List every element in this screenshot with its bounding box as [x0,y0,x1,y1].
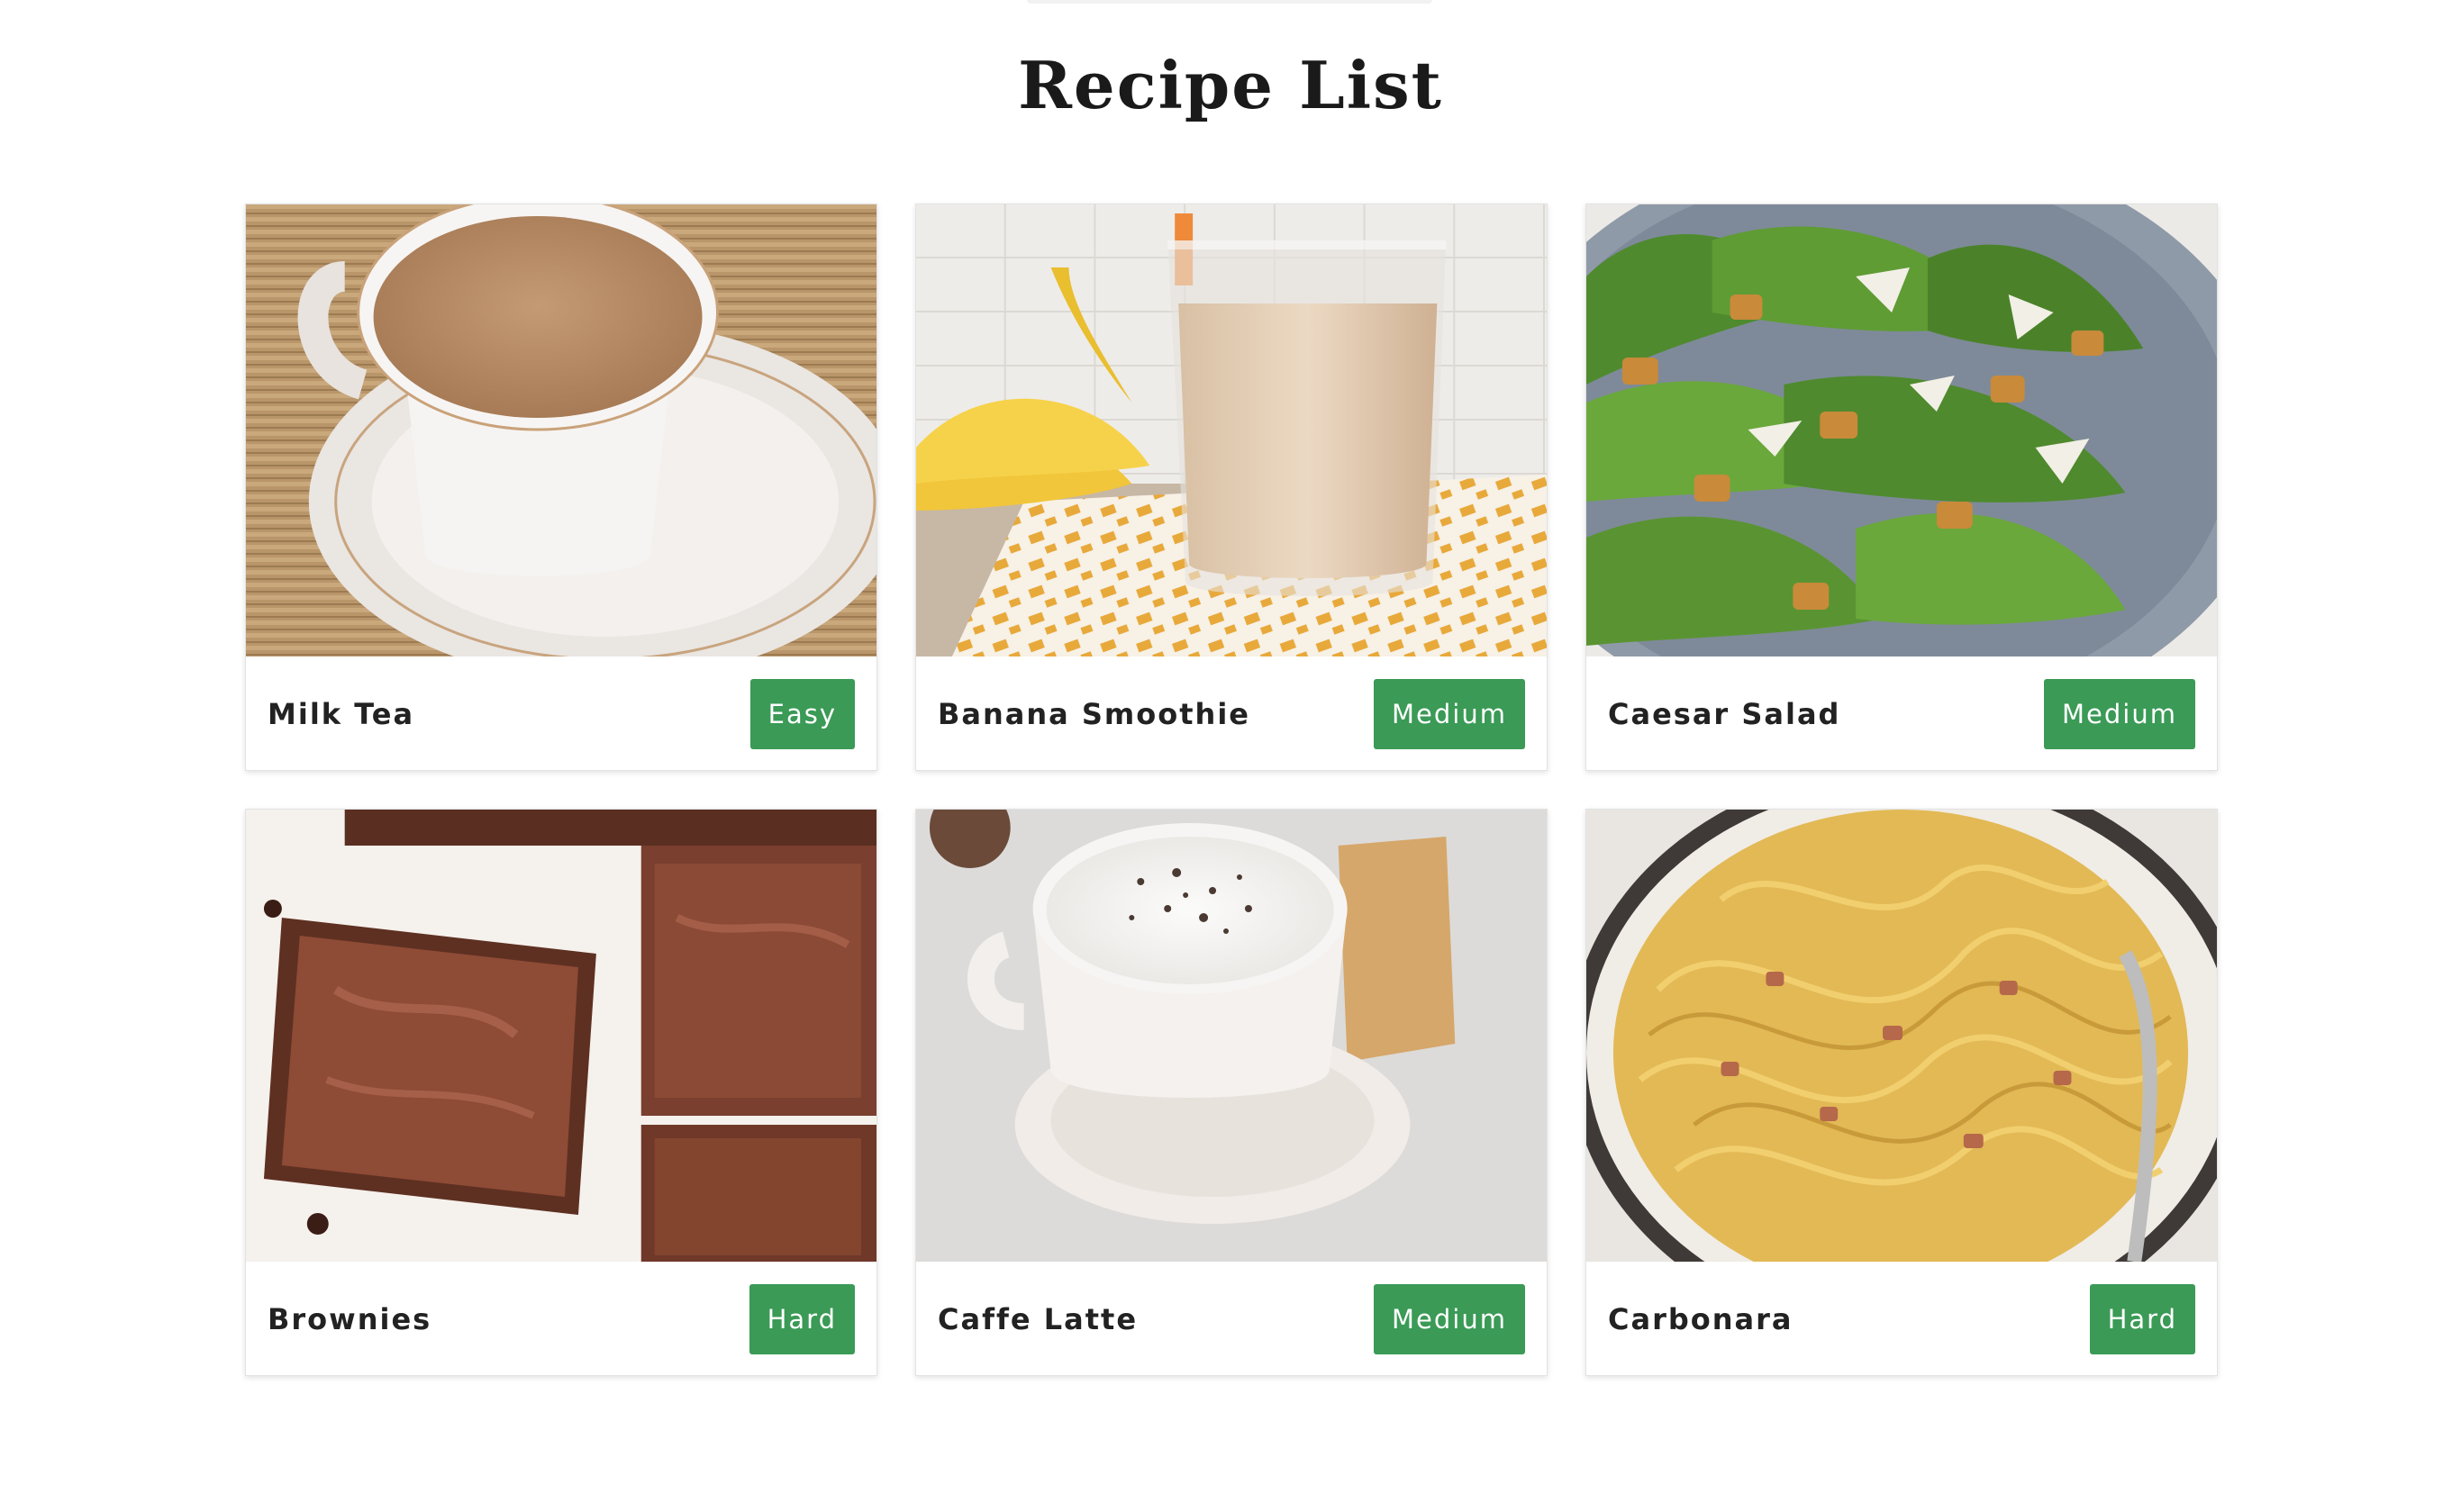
card-footer: Caesar Salad Medium [1586,656,2217,770]
card-footer: Banana Smoothie Medium [916,656,1547,770]
difficulty-badge: Medium [1374,679,1525,749]
recipe-card[interactable]: Carbonara Hard [1585,809,2218,1376]
banana-smoothie-photo [916,204,1547,656]
recipe-grid: Milk Tea Easy Banana Smoothie Medium Cae… [245,204,2218,1376]
difficulty-badge: Hard [2089,1284,2195,1354]
milk-tea-photo [246,204,876,656]
caesar-salad-photo [1586,204,2217,656]
recipe-name: Milk Tea [268,697,415,731]
difficulty-badge: Hard [749,1284,855,1354]
card-footer: Milk Tea Easy [246,656,876,770]
card-footer: Caffe Latte Medium [916,1262,1547,1375]
caffe-latte-photo [916,810,1547,1262]
top-edge-shade [1027,0,1432,4]
recipe-card[interactable]: Banana Smoothie Medium [915,204,1548,771]
brownies-photo [246,810,876,1262]
carbonara-photo [1586,810,2217,1262]
recipe-name: Brownies [268,1302,432,1336]
recipe-name: Caffe Latte [938,1302,1139,1336]
difficulty-badge: Medium [2044,679,2195,749]
recipe-name: Carbonara [1608,1302,1794,1336]
card-footer: Carbonara Hard [1586,1262,2217,1375]
recipe-card[interactable]: Brownies Hard [245,809,877,1376]
recipe-name: Banana Smoothie [938,697,1250,731]
difficulty-badge: Medium [1374,1284,1525,1354]
difficulty-badge: Easy [749,679,855,749]
recipe-card[interactable]: Milk Tea Easy [245,204,877,771]
recipe-card[interactable]: Caffe Latte Medium [915,809,1548,1376]
recipe-card[interactable]: Caesar Salad Medium [1585,204,2218,771]
recipe-name: Caesar Salad [1608,697,1841,731]
page-title: Recipe List [1018,47,1443,123]
card-footer: Brownies Hard [246,1262,876,1375]
